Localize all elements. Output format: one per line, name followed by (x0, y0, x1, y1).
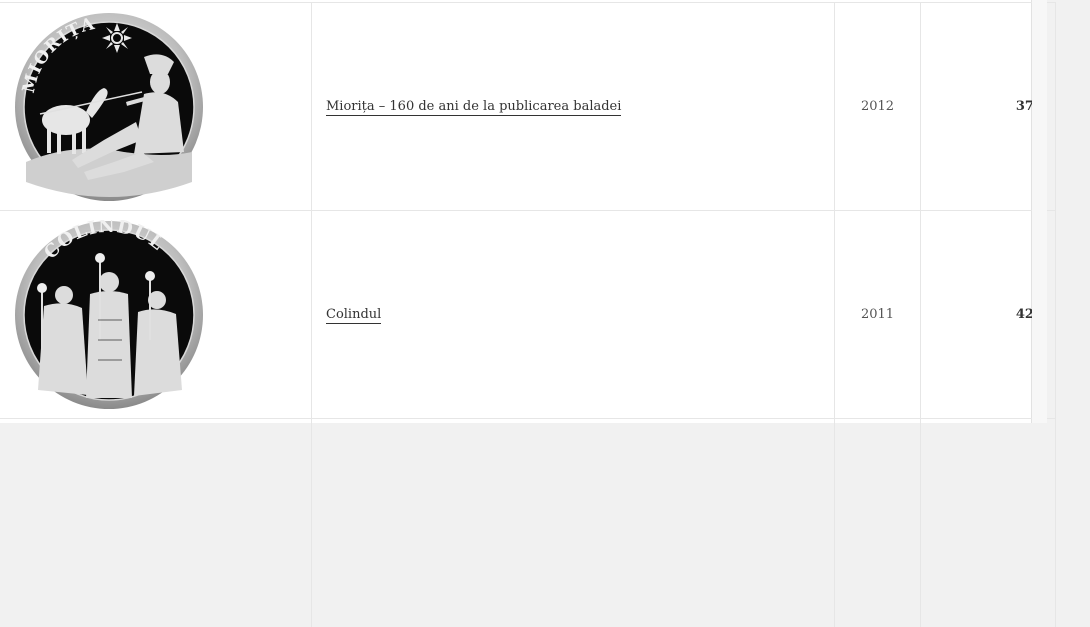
coin-image-colindul[interactable]: COLINDUL (14, 220, 204, 410)
table-cell (0, 418, 312, 627)
table-cell (920, 418, 1056, 627)
coin-name-cell: Miorița – 160 de ani de la publicarea ba… (311, 2, 835, 211)
coin-name-cell: Colindul (311, 210, 835, 419)
coins-table: MIORIȚA Miorița – 160 de ani de la publi… (0, 2, 1056, 627)
coin-image-cell: MIORIȚA (0, 2, 312, 211)
coin-year: 2011 (834, 210, 921, 419)
table-cell (834, 418, 921, 627)
coin-name-link[interactable]: Colindul (326, 307, 382, 324)
scrollbar-track[interactable] (1032, 0, 1047, 423)
coin-name-link[interactable]: Miorița – 160 de ani de la publicarea ba… (326, 99, 622, 116)
coin-year: 2012 (834, 2, 921, 211)
coin-image-miorita[interactable]: MIORIȚA (14, 12, 204, 202)
table-row (0, 418, 1056, 627)
content-area: MIORIȚA Miorița – 160 de ani de la publi… (0, 0, 1056, 627)
coin-image-cell: COLINDUL (0, 210, 312, 419)
table-row: COLINDUL Colindul 2011 422 (0, 210, 1056, 419)
table-row: MIORIȚA Miorița – 160 de ani de la publi… (0, 2, 1056, 211)
table-cell (311, 418, 835, 627)
